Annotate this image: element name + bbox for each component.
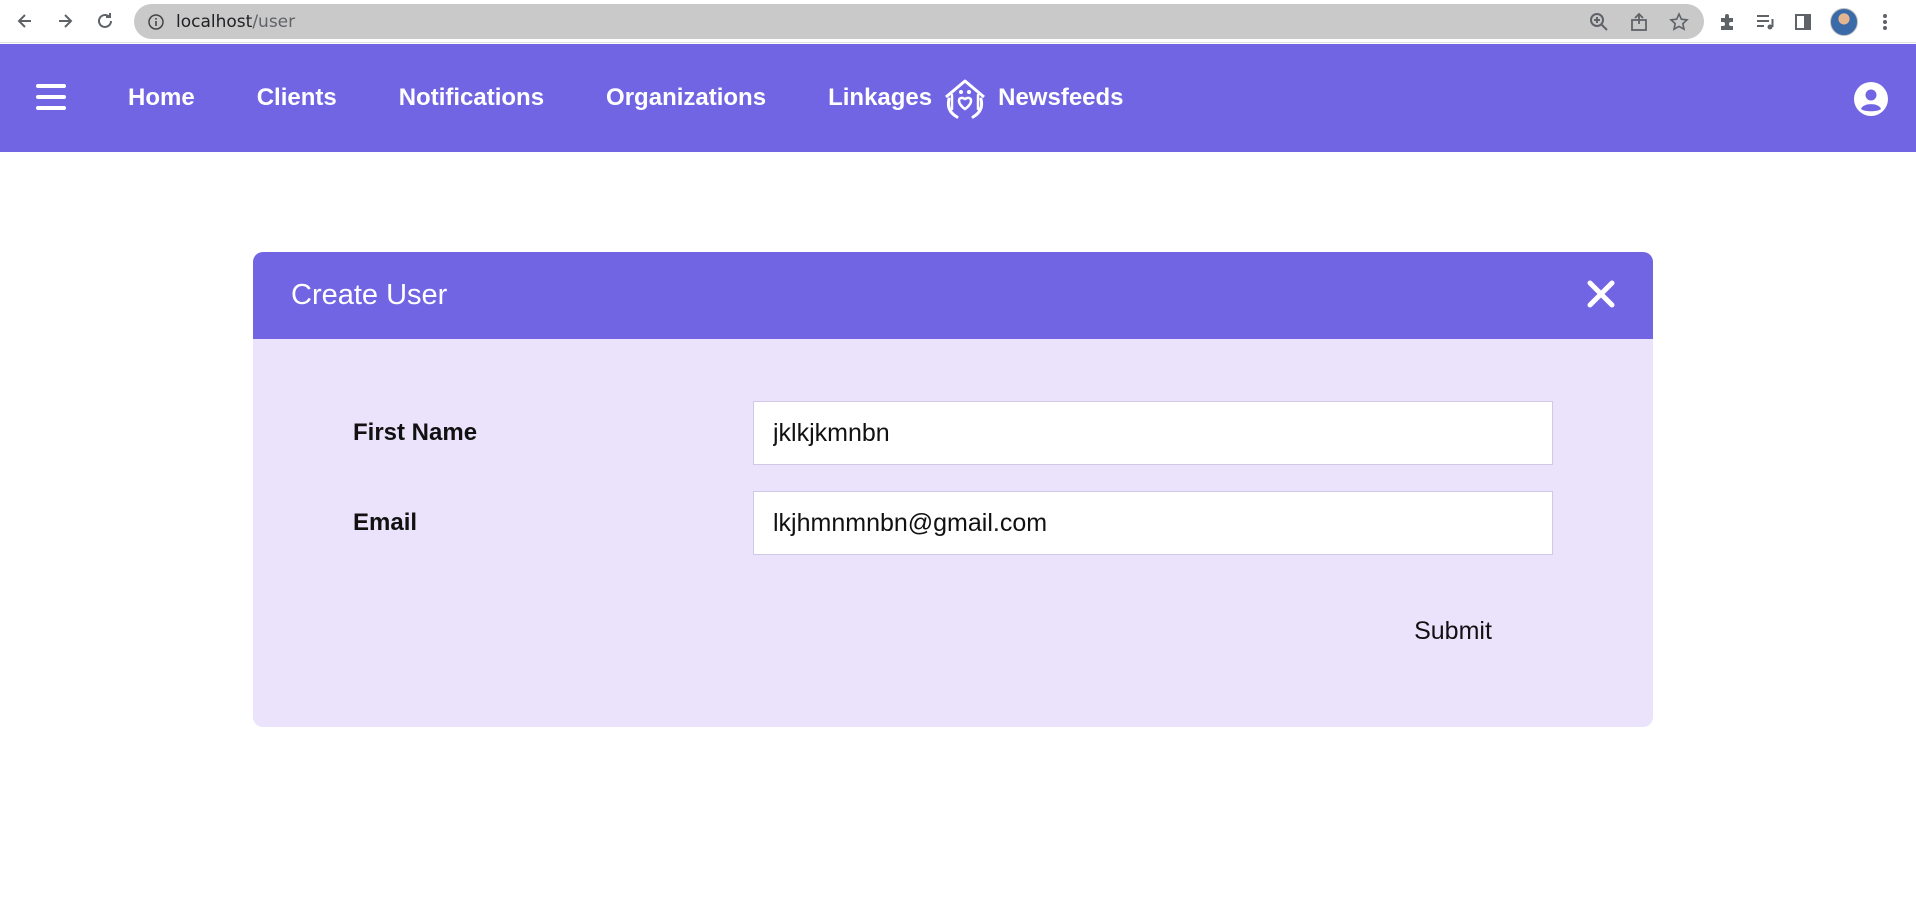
nav-link-home[interactable]: Home: [128, 84, 195, 112]
nav-link-organizations[interactable]: Organizations: [606, 84, 766, 112]
url-host: localhost: [176, 11, 253, 32]
nav-link-newsfeeds[interactable]: Newsfeeds: [998, 84, 1123, 112]
nav-link-notifications[interactable]: Notifications: [399, 84, 544, 112]
kebab-menu-icon[interactable]: [1874, 11, 1896, 33]
profile-avatar[interactable]: [1830, 7, 1858, 36]
site-info-icon[interactable]: [148, 13, 164, 30]
browser-toolbar: localhost/user: [0, 0, 1916, 43]
email-label: Email: [353, 509, 418, 536]
forward-icon[interactable]: [50, 6, 80, 36]
url-text: localhost/user: [176, 12, 295, 32]
nav-link-clients[interactable]: Clients: [257, 84, 337, 112]
url-path: /user: [252, 11, 296, 32]
first-name-row: First Name: [253, 401, 1653, 465]
close-icon[interactable]: [1585, 278, 1617, 310]
modal-title: Create User: [291, 279, 448, 311]
zoom-icon[interactable]: [1588, 11, 1610, 33]
app-navbar: Home Clients Notifications Organizations…: [0, 44, 1916, 152]
submit-button[interactable]: Submit: [1353, 601, 1553, 661]
back-icon[interactable]: [10, 6, 40, 36]
nav-link-linkages[interactable]: Linkages: [828, 84, 932, 112]
address-bar[interactable]: localhost/user: [134, 4, 1704, 39]
extensions-icon[interactable]: [1716, 11, 1738, 33]
side-panel-icon[interactable]: [1792, 11, 1814, 33]
first-name-input[interactable]: [753, 401, 1553, 465]
nav-links: Home Clients Notifications Organizations…: [128, 44, 1186, 152]
create-user-modal: Create User First Name Email Submit: [253, 252, 1653, 727]
email-row: Email: [253, 491, 1653, 555]
share-icon[interactable]: [1628, 11, 1650, 33]
reload-icon[interactable]: [90, 6, 120, 36]
account-circle-icon[interactable]: [1854, 82, 1888, 116]
first-name-label: First Name: [353, 419, 478, 446]
house-hands-heart-icon: [945, 79, 986, 119]
email-input[interactable]: [753, 491, 1553, 555]
bookmark-star-icon[interactable]: [1668, 11, 1690, 33]
media-queue-icon[interactable]: [1754, 11, 1776, 33]
modal-header: Create User: [253, 252, 1653, 339]
hamburger-menu-icon[interactable]: [36, 84, 66, 110]
